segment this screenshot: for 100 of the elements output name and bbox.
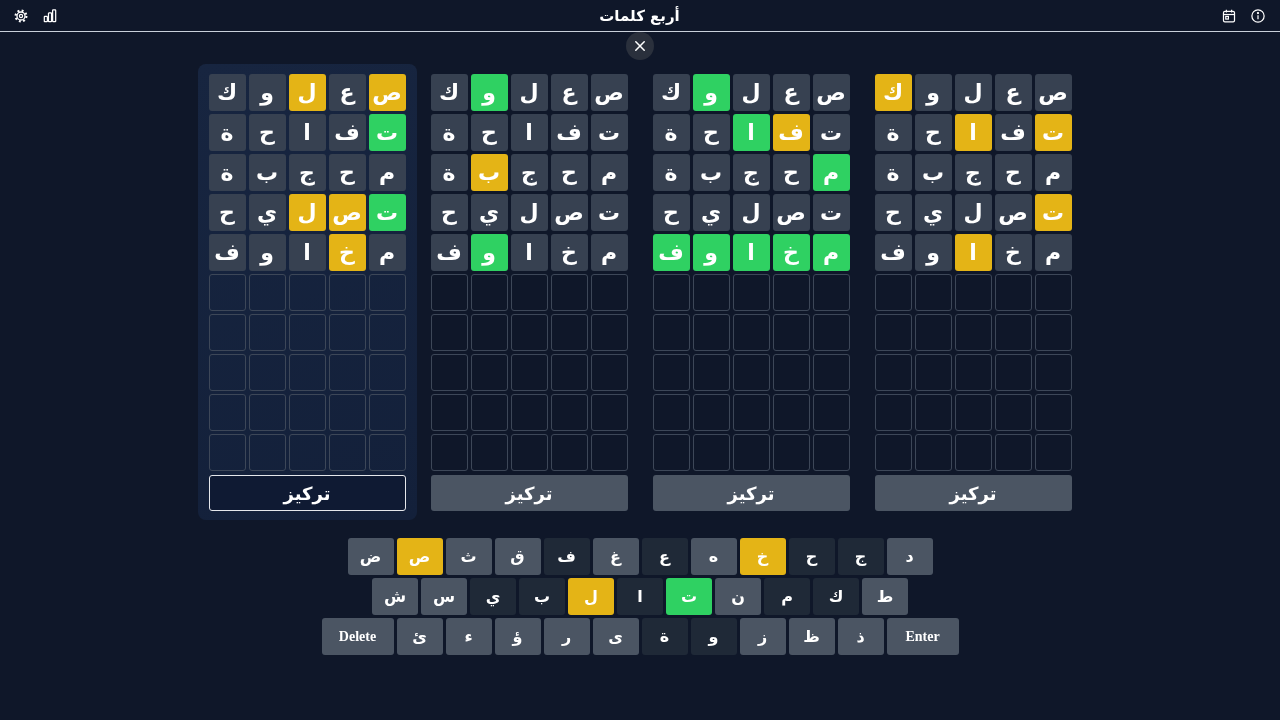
empty-tile [732,434,770,471]
empty-tile [248,354,286,391]
empty-tile [732,274,770,311]
keyboard-key[interactable]: ه [690,538,737,575]
focus-button[interactable]: تركيز [874,475,1072,511]
close-button[interactable] [626,32,654,60]
empty-tile [368,354,406,391]
keyboard-key[interactable]: ج [837,538,884,575]
keyboard-key[interactable]: س [421,578,467,615]
keyboard-key[interactable]: Delete [321,618,394,655]
empty-tile [874,314,912,351]
letter-tile: ف [874,234,912,271]
empty-tile [692,354,730,391]
app-title: أربع كلمات [599,6,680,25]
letter-tile: ة [430,114,468,151]
letter-tile: ة [652,114,690,151]
keyboard-key[interactable]: ظ [788,618,835,655]
keyboard-key[interactable]: م [764,578,810,615]
keyboard-key[interactable]: ث [445,538,492,575]
letter-tile: ة [874,154,912,191]
letter-tile: ك [874,74,912,111]
close-icon [635,41,645,51]
keyboard-key[interactable]: ا [617,578,663,615]
letter-tile: ب [914,154,952,191]
empty-tile [430,274,468,311]
empty-tile [954,394,992,431]
keyboard-key[interactable]: ؤ [494,618,541,655]
letter-tile: م [1034,154,1072,191]
keyboard-key[interactable]: ق [494,538,541,575]
empty-tile [208,434,246,471]
keyboard-key[interactable]: ي [470,578,516,615]
letter-tile: ع [772,74,810,111]
keyboard-key[interactable]: ش [372,578,418,615]
letter-tile: م [368,234,406,271]
keyboard-key[interactable]: ط [862,578,908,615]
letter-tile: ل [954,74,992,111]
empty-tile [288,314,326,351]
letter-tile: ب [470,154,508,191]
empty-tile [550,274,588,311]
letter-tile: ل [732,194,770,231]
empty-tile [248,274,286,311]
letter-tile: ي [470,194,508,231]
empty-tile [874,394,912,431]
keyboard-key[interactable]: ز [739,618,786,655]
letter-tile: ت [368,194,406,231]
letter-tile: ص [550,194,588,231]
empty-tile [1034,274,1072,311]
keyboard-key[interactable]: Enter [886,618,959,655]
empty-tile [954,314,992,351]
empty-tile [368,314,406,351]
letter-tile: ج [510,154,548,191]
letter-tile: ا [954,234,992,271]
empty-tile [510,354,548,391]
empty-tile [208,354,246,391]
keyboard-key[interactable]: ن [715,578,761,615]
empty-tile [368,394,406,431]
empty-tile [1034,354,1072,391]
keyboard-key[interactable]: ئ [396,618,443,655]
focus-button[interactable]: تركيز [652,475,850,511]
keyboard-key[interactable]: ذ [837,618,884,655]
letter-tile: ة [652,154,690,191]
keyboard-key[interactable]: غ [592,538,639,575]
keyboard-key[interactable]: و [690,618,737,655]
letter-tile: ت [812,194,850,231]
keyboard-key[interactable]: ح [788,538,835,575]
settings-icon[interactable] [14,8,28,23]
calendar-icon[interactable] [1222,8,1236,23]
letter-tile: ص [368,74,406,111]
focus-button[interactable]: تركيز [208,475,406,511]
letter-tile: ح [550,154,588,191]
keyboard-key[interactable]: ض [347,538,394,575]
keyboard-key[interactable]: ع [641,538,688,575]
letter-tile: ف [328,114,366,151]
empty-tile [954,354,992,391]
empty-tile [550,354,588,391]
keyboard-key[interactable]: ة [641,618,688,655]
empty-tile [550,394,588,431]
empty-tile [510,314,548,351]
empty-tile [328,434,366,471]
empty-tile [208,314,246,351]
focus-button[interactable]: تركيز [430,475,628,511]
empty-tile [772,314,810,351]
keyboard-key[interactable]: د [886,538,933,575]
letter-tile: ل [510,194,548,231]
info-icon[interactable] [1251,8,1265,23]
keyboard-key[interactable]: ف [543,538,590,575]
bar-chart-icon[interactable] [43,8,57,23]
keyboard-key[interactable]: ء [445,618,492,655]
keyboard-key[interactable]: ر [543,618,590,655]
letter-tile: ح [470,114,508,151]
keyboard-key[interactable]: ى [592,618,639,655]
empty-tile [692,314,730,351]
keyboard-key[interactable]: ب [519,578,565,615]
letter-tile: ح [430,194,468,231]
empty-tile [1034,434,1072,471]
empty-tile [590,394,628,431]
empty-tile [248,434,286,471]
keyboard-key[interactable]: ك [813,578,859,615]
letter-tile: خ [550,234,588,271]
letter-tile: ت [812,114,850,151]
